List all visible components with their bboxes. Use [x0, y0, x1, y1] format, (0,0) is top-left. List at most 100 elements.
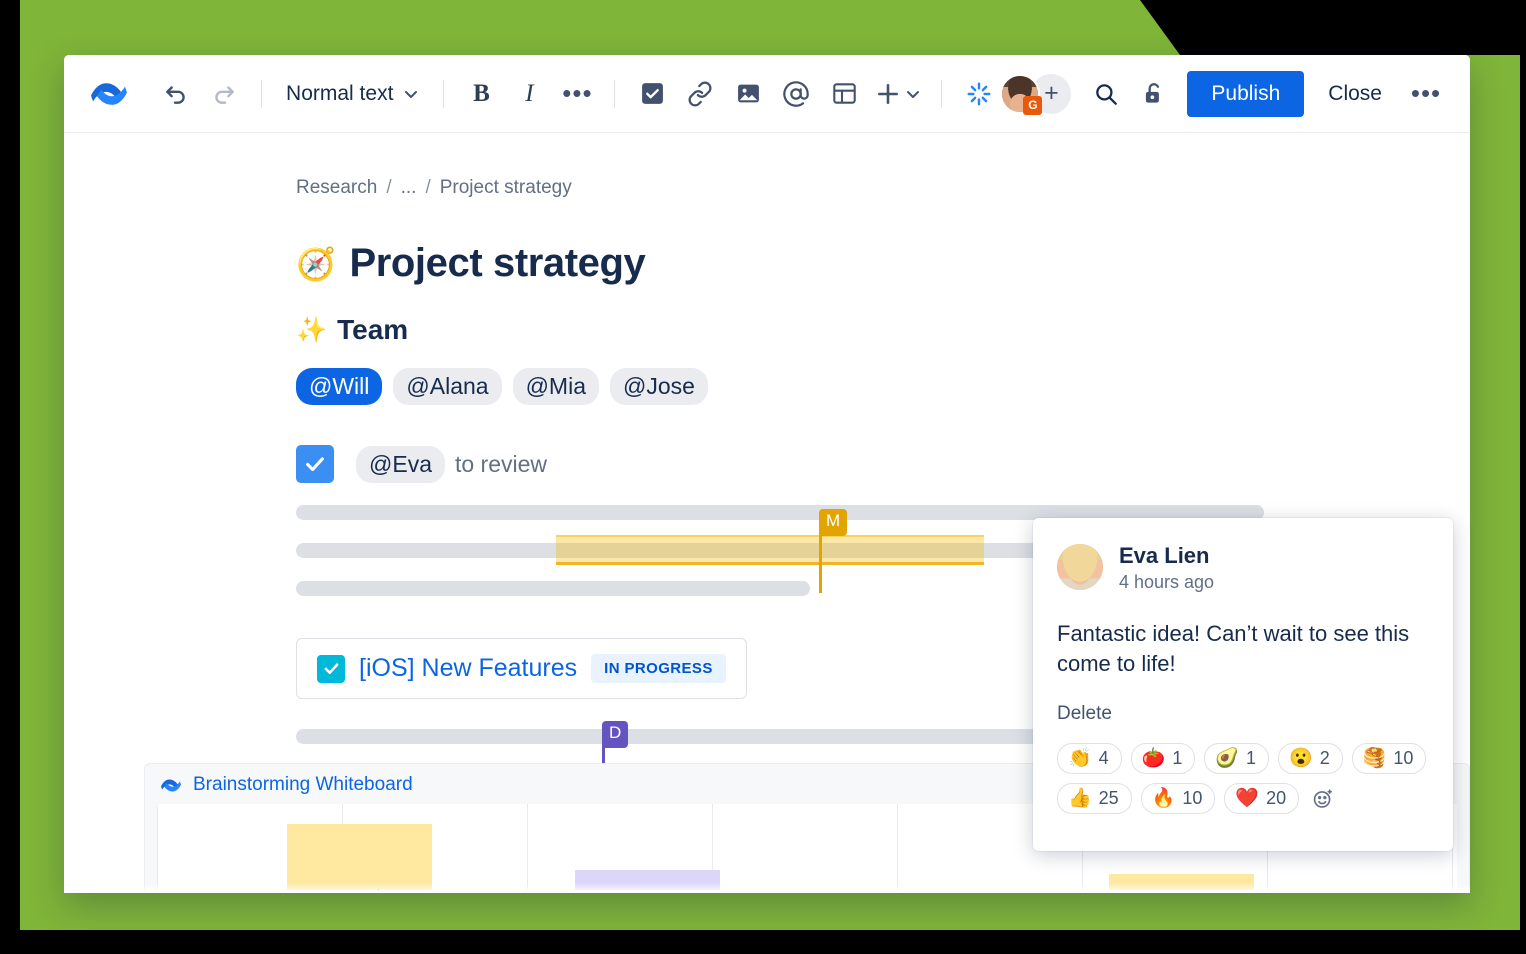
plus-icon: [878, 83, 899, 104]
pancakes-icon: 🥞: [1362, 748, 1387, 770]
reaction-clap[interactable]: 👏 4: [1057, 743, 1122, 775]
italic-button[interactable]: I: [508, 73, 550, 115]
reaction-count: 20: [1266, 788, 1287, 809]
image-button[interactable]: [727, 73, 769, 115]
collaborators-group: G +: [1000, 73, 1072, 115]
avocado-icon: 🥑: [1215, 748, 1240, 770]
jira-issue-card[interactable]: [iOS] New Features IN PROGRESS: [296, 638, 747, 699]
heart-icon: ❤️: [1235, 788, 1260, 810]
page-title-text: Project strategy: [349, 241, 646, 285]
action-item-row: @Eva to review: [296, 445, 1470, 483]
action-item-button[interactable]: [631, 73, 673, 115]
reaction-avocado[interactable]: 🥑 1: [1204, 743, 1270, 775]
toolbar-divider-2: [443, 79, 445, 108]
reaction-thumbsup[interactable]: 👍 25: [1057, 783, 1132, 815]
action-item-text: @Eva to review: [356, 445, 548, 483]
breadcrumb-item-ellipsis[interactable]: ...: [401, 177, 417, 199]
action-item-checkbox[interactable]: [296, 445, 334, 483]
chevron-down-icon: [907, 90, 920, 98]
action-item-label: to review: [454, 450, 548, 477]
unlock-icon: [1146, 82, 1160, 103]
screenshot-stage: Normal text B I ••• G + Publish Close ••…: [0, 0, 1526, 954]
close-button[interactable]: Close: [1310, 71, 1400, 117]
collaborator-selection-highlight: [556, 535, 984, 565]
thumbs-up-icon: 👍: [1068, 788, 1092, 810]
compass-icon: 🧭: [296, 245, 336, 282]
editor-toolbar: Normal text B I ••• G + Publish Close ••…: [64, 55, 1470, 133]
reaction-count: 10: [1393, 748, 1414, 769]
sticky-note[interactable]: [575, 870, 720, 890]
tomato-icon: 🍅: [1141, 748, 1166, 770]
ellipsis-icon: •••: [562, 78, 593, 108]
more-formatting-button[interactable]: •••: [556, 73, 598, 115]
fire-icon: 🔥: [1151, 788, 1176, 810]
insert-menu-button[interactable]: [871, 73, 925, 115]
link-button[interactable]: [679, 73, 721, 115]
section-heading-team: ✨ Team: [296, 314, 1470, 346]
reaction-tomato[interactable]: 🍅 1: [1130, 743, 1196, 775]
toolbar-divider-4: [941, 79, 943, 108]
reaction-heart[interactable]: ❤️ 20: [1224, 783, 1300, 815]
mention-chip-mia[interactable]: @Mia: [512, 368, 599, 405]
confluence-logo[interactable]: [90, 77, 127, 111]
restrictions-button[interactable]: [1133, 73, 1175, 115]
status-badge: IN PROGRESS: [591, 654, 726, 683]
page-title[interactable]: 🧭 Project strategy: [296, 241, 1470, 286]
cursor-stalk: [819, 531, 822, 593]
inline-comment-popup: Eva Lien 4 hours ago Fantastic idea! Can…: [1033, 518, 1453, 851]
check-icon: [306, 457, 324, 472]
delete-comment-button[interactable]: Delete: [1057, 703, 1112, 725]
redo-button[interactable]: [203, 73, 245, 115]
italic-icon: I: [525, 79, 534, 107]
more-options-button[interactable]: •••: [1404, 73, 1448, 115]
avatar[interactable]: [1057, 544, 1103, 591]
comment-body: Fantastic idea! Can’t wait to see this c…: [1057, 620, 1410, 676]
avatar-image: [1057, 544, 1103, 591]
undo-button[interactable]: [155, 73, 197, 115]
sticky-note[interactable]: [1109, 874, 1254, 890]
clap-icon: 👏: [1068, 748, 1092, 770]
sticky-note[interactable]: Let’s make a: [287, 824, 432, 890]
mention-button[interactable]: [775, 73, 817, 115]
mention-chip-alana[interactable]: @Alana: [393, 368, 502, 405]
breadcrumb-separator: /: [425, 177, 431, 198]
mention-chip-will[interactable]: @Will: [296, 368, 383, 405]
reaction-fire[interactable]: 🔥 10: [1140, 783, 1216, 815]
reaction-count: 2: [1319, 748, 1330, 769]
comment-timestamp: 4 hours ago: [1119, 571, 1215, 592]
atlassian-intelligence-button[interactable]: [958, 73, 1000, 115]
sticky-note-text: Let’s make a: [287, 887, 432, 890]
jira-status-checkbox[interactable]: [317, 654, 345, 683]
bold-icon: B: [473, 79, 490, 107]
check-icon: [324, 663, 338, 675]
reaction-astonished[interactable]: 😮 2: [1278, 743, 1343, 775]
jira-issue-title[interactable]: [iOS] New Features: [359, 654, 577, 683]
toolbar-right-group: G + Publish Close •••: [1000, 70, 1448, 117]
avatar[interactable]: G: [1000, 73, 1043, 115]
reaction-count: 1: [1172, 748, 1183, 769]
reaction-pancakes[interactable]: 🥞 10: [1351, 743, 1427, 775]
whiteboard-title[interactable]: Brainstorming Whiteboard: [193, 774, 413, 796]
add-reaction-button[interactable]: [1308, 784, 1338, 814]
reaction-count: 25: [1098, 788, 1119, 809]
checkbox-icon: [641, 83, 663, 104]
text-style-label: Normal text: [286, 81, 394, 105]
mention-chip-eva[interactable]: @Eva: [356, 445, 445, 483]
text-style-dropdown[interactable]: Normal text: [278, 76, 427, 112]
link-icon: [688, 81, 712, 106]
section-heading-text: Team: [337, 314, 409, 345]
comment-header: Eva Lien 4 hours ago: [1057, 542, 1429, 593]
search-button[interactable]: [1085, 73, 1127, 115]
publish-button[interactable]: Publish: [1187, 70, 1305, 117]
mention-chip-jose[interactable]: @Jose: [610, 368, 708, 405]
confluence-logo-icon: [161, 779, 181, 792]
reaction-count: 1: [1246, 748, 1257, 769]
mention-list: @Will @Alana @Mia @Jose: [296, 368, 1470, 405]
table-button[interactable]: [823, 73, 865, 115]
cursor-label: D: [602, 721, 629, 748]
search-icon: [1096, 83, 1118, 105]
breadcrumb-item-space[interactable]: Research: [296, 177, 377, 199]
breadcrumb-item-current[interactable]: Project strategy: [440, 177, 572, 199]
ellipsis-icon: •••: [1410, 78, 1442, 108]
bold-button[interactable]: B: [460, 73, 502, 115]
